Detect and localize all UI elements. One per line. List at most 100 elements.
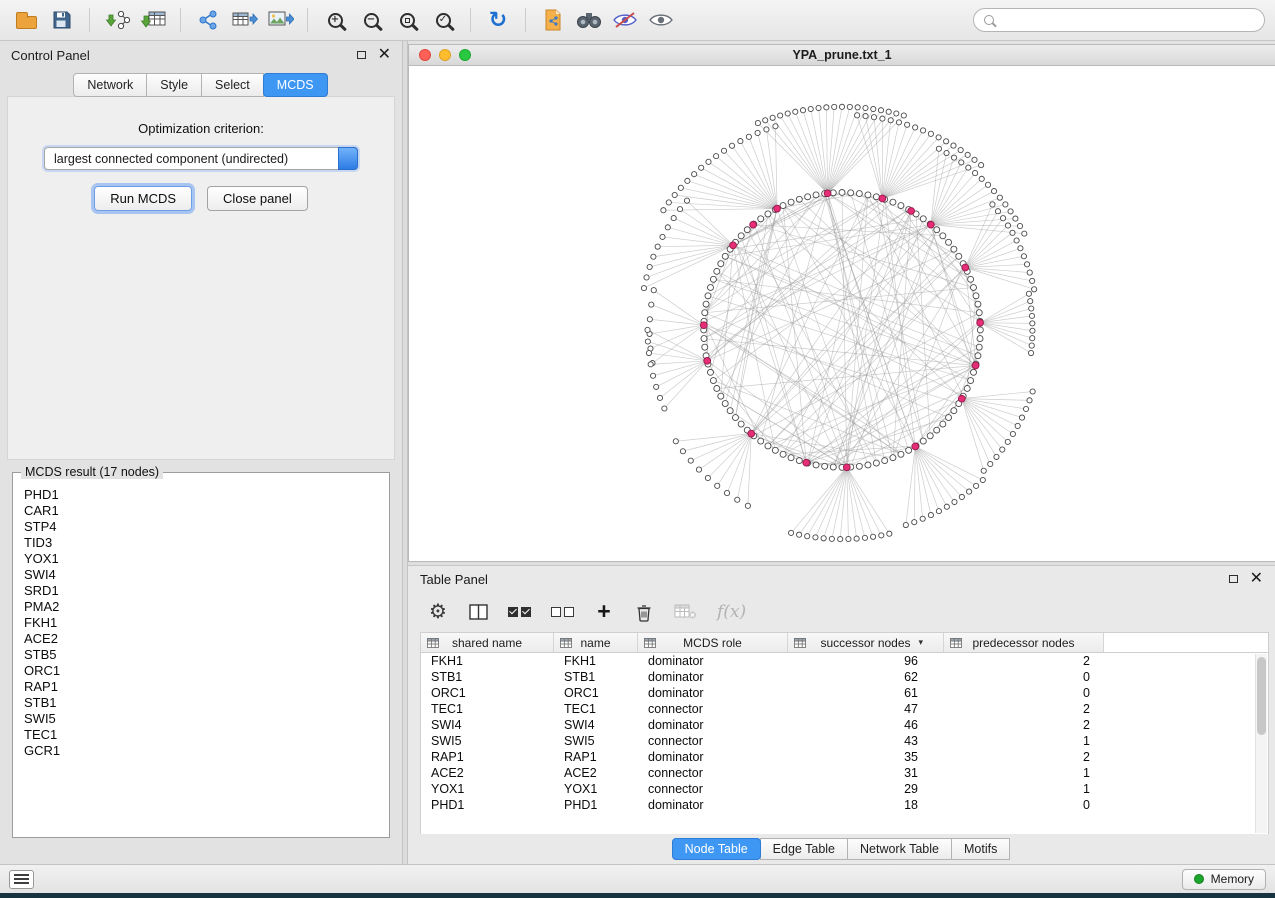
maximize-window-icon[interactable] [459,49,471,61]
table-row[interactable]: ORC1ORC1dominator610 [421,685,1268,701]
table-cell[interactable]: dominator [638,749,788,765]
mcds-result-item[interactable]: STB5 [24,647,378,663]
table-cell[interactable]: dominator [638,669,788,685]
mcds-result-item[interactable]: SWI5 [24,711,378,727]
delete-column-button[interactable] [634,600,654,624]
table-cell[interactable]: ORC1 [421,685,554,701]
mcds-result-item[interactable]: YOX1 [24,551,378,567]
table-cell[interactable]: 2 [944,717,1104,733]
table-cell[interactable]: 2 [944,749,1104,765]
table-cell[interactable]: dominator [638,797,788,813]
table-cell[interactable]: 29 [788,781,944,797]
table-cell[interactable]: YOX1 [421,781,554,797]
optimization-criterion-select[interactable]: largest connected component (undirected) [44,147,358,170]
status-menu-button[interactable] [9,870,34,889]
tab-style[interactable]: Style [146,73,202,97]
table-cell[interactable]: STB1 [554,669,638,685]
save-session-button[interactable] [46,4,78,36]
table-cell[interactable]: FKH1 [421,653,554,669]
refresh-view-button[interactable]: ↻ [482,4,514,36]
close-panel-button[interactable]: Close panel [207,186,308,211]
table-cell[interactable]: connector [638,781,788,797]
mcds-result-item[interactable]: STB1 [24,695,378,711]
table-cell[interactable]: RAP1 [421,749,554,765]
table-cell[interactable]: ORC1 [554,685,638,701]
table-row[interactable]: RAP1RAP1dominator352 [421,749,1268,765]
table-cell[interactable]: 96 [788,653,944,669]
scrollbar-thumb[interactable] [1257,657,1266,735]
mcds-result-item[interactable]: FKH1 [24,615,378,631]
table-cell[interactable]: 1 [944,765,1104,781]
table-cell[interactable]: 46 [788,717,944,733]
add-column-button[interactable]: + [594,600,614,624]
zoom-in-button[interactable]: + [319,4,351,36]
find-button[interactable] [573,4,605,36]
tab-edge-table[interactable]: Edge Table [760,838,848,860]
mcds-result-item[interactable]: PMA2 [24,599,378,615]
column-header-shared-name[interactable]: shared name [421,633,554,653]
table-cell[interactable]: dominator [638,653,788,669]
tab-mcds[interactable]: MCDS [263,73,328,97]
table-row[interactable]: ACE2ACE2connector311 [421,765,1268,781]
table-cell[interactable]: 1 [944,781,1104,797]
mcds-result-item[interactable]: ACE2 [24,631,378,647]
zoom-selected-button[interactable]: ✓ [427,4,459,36]
close-window-icon[interactable] [419,49,431,61]
table-cell[interactable]: ACE2 [421,765,554,781]
table-cell[interactable]: YOX1 [554,781,638,797]
mcds-result-item[interactable]: SWI4 [24,567,378,583]
table-row[interactable]: STB1STB1dominator620 [421,669,1268,685]
table-cell[interactable]: STB1 [421,669,554,685]
clone-network-button[interactable] [537,4,569,36]
table-cell[interactable]: 61 [788,685,944,701]
table-cell[interactable]: 2 [944,653,1104,669]
export-image-button[interactable] [264,4,296,36]
column-header-mcds-role[interactable]: MCDS role [638,633,788,653]
table-row[interactable]: SWI4SWI4dominator462 [421,717,1268,733]
table-cell[interactable]: connector [638,701,788,717]
close-table-panel-icon[interactable]: ✕ [1250,573,1263,585]
table-cell[interactable]: TEC1 [554,701,638,717]
column-header-name[interactable]: name [554,633,638,653]
table-cell[interactable]: 35 [788,749,944,765]
sort-chevron-icon[interactable]: ▾ [918,637,923,648]
table-cell[interactable]: connector [638,733,788,749]
zoom-out-button[interactable]: − [355,4,387,36]
memory-button[interactable]: Memory [1182,869,1266,890]
import-network-button[interactable] [101,4,133,36]
open-file-button[interactable] [10,4,42,36]
table-cell[interactable]: SWI5 [554,733,638,749]
table-cell[interactable]: ACE2 [554,765,638,781]
table-row[interactable]: TEC1TEC1connector472 [421,701,1268,717]
mcds-result-item[interactable]: TID3 [24,535,378,551]
hide-details-button[interactable] [609,4,641,36]
tab-network-table[interactable]: Network Table [847,838,952,860]
mcds-result-item[interactable]: ORC1 [24,663,378,679]
mcds-result-item[interactable]: RAP1 [24,679,378,695]
table-cell[interactable]: FKH1 [554,653,638,669]
table-cell[interactable]: 1 [944,733,1104,749]
table-cell[interactable]: RAP1 [554,749,638,765]
table-cell[interactable]: SWI4 [554,717,638,733]
table-mode-button[interactable]: ⚙ [428,600,448,624]
show-columns-button[interactable] [468,600,488,624]
export-table-button[interactable] [228,4,260,36]
float-table-panel-icon[interactable] [1229,575,1238,583]
zoom-fit-button[interactable] [391,4,423,36]
mcds-result-item[interactable]: CAR1 [24,503,378,519]
table-cell[interactable]: dominator [638,717,788,733]
table-row[interactable]: PHD1PHD1dominator180 [421,797,1268,813]
table-cell[interactable]: dominator [638,685,788,701]
tab-motifs[interactable]: Motifs [951,838,1010,860]
float-panel-icon[interactable] [357,51,366,59]
table-cell[interactable]: 47 [788,701,944,717]
export-network-button[interactable] [192,4,224,36]
table-cell[interactable]: 31 [788,765,944,781]
mcds-result-item[interactable]: TEC1 [24,727,378,743]
table-scrollbar[interactable] [1255,654,1267,833]
show-details-button[interactable] [645,4,677,36]
run-mcds-button[interactable]: Run MCDS [94,186,192,211]
close-panel-icon[interactable]: ✕ [378,49,391,61]
table-cell[interactable]: PHD1 [554,797,638,813]
table-row[interactable]: YOX1YOX1connector291 [421,781,1268,797]
